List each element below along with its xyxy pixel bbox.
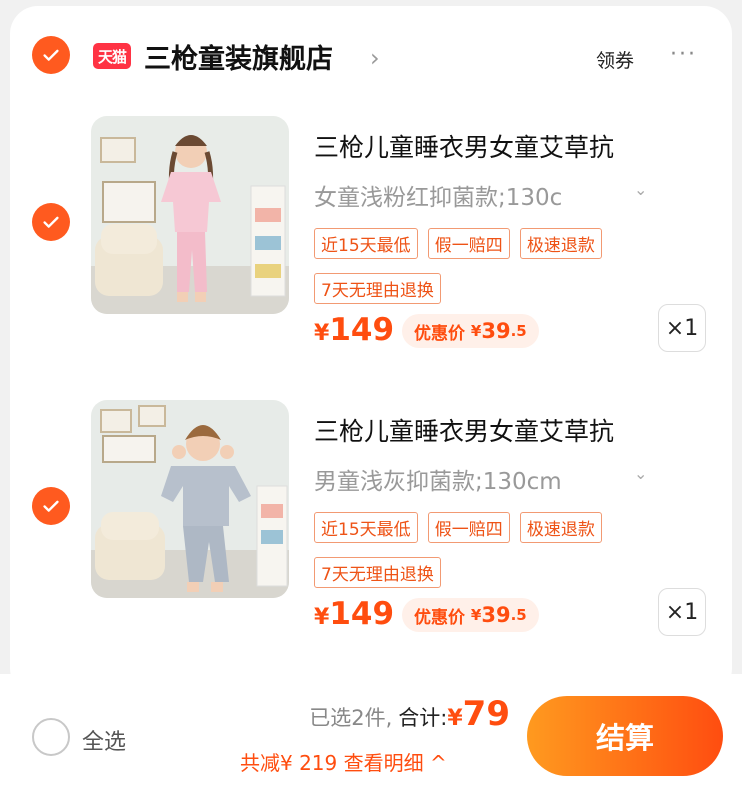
service-tags: 近15天最低 假一赔四 极速退款 7天无理由退换 xyxy=(314,512,654,602)
checkmark-icon xyxy=(43,500,59,512)
select-all-checkbox[interactable] xyxy=(32,718,70,756)
discount-details-link[interactable]: 共减¥ 219 查看明细 ^ xyxy=(240,747,447,776)
tag-lowest-price: 近15天最低 xyxy=(314,512,418,543)
total-summary: 已选2件, 合计:¥79 xyxy=(309,694,510,734)
tag-lowest-price: 近15天最低 xyxy=(314,228,418,259)
promo-price-badge: 优惠价 ¥39.5 xyxy=(402,314,539,348)
chevron-right-icon[interactable]: › xyxy=(370,44,392,72)
product-image[interactable] xyxy=(91,116,289,314)
tmall-logo-icon: 天猫 xyxy=(93,43,131,69)
cart-item: 三枪儿童睡衣男女童艾草抗 男童浅灰抑菌款;130cm ⌄ 近15天最低 假一赔四… xyxy=(10,398,732,648)
item-price: ¥149 xyxy=(314,312,395,348)
service-tags: 近15天最低 假一赔四 极速退款 7天无理由退换 xyxy=(314,228,654,318)
promo-price-badge: 优惠价 ¥39.5 xyxy=(402,598,539,632)
product-image[interactable] xyxy=(91,400,289,598)
store-checkbox[interactable] xyxy=(32,36,70,74)
sku-selector[interactable]: 女童浅粉红抑菌款;130c xyxy=(314,178,644,212)
quantity-stepper[interactable]: ×1 xyxy=(658,588,706,636)
total-value: ¥79 xyxy=(447,694,510,734)
checkmark-icon xyxy=(43,49,59,61)
item-checkbox[interactable] xyxy=(32,203,70,241)
item-price: ¥149 xyxy=(314,596,395,632)
coupon-button[interactable]: 领券 xyxy=(596,46,634,73)
tag-genuine-guarantee: 假一赔四 xyxy=(427,512,510,543)
more-icon[interactable]: ··· xyxy=(670,42,697,67)
tag-fast-refund: 极速退款 xyxy=(519,228,602,259)
checkout-bar: 全选 已选2件, 合计:¥79 共减¥ 219 查看明细 ^ 结算 xyxy=(0,674,742,800)
chevron-down-icon[interactable]: ⌄ xyxy=(634,180,647,199)
select-all-label[interactable]: 全选 xyxy=(82,724,126,756)
tag-7-day-return: 7天无理由退换 xyxy=(314,557,441,588)
product-photo-icon xyxy=(91,116,289,314)
tag-genuine-guarantee: 假一赔四 xyxy=(427,228,510,259)
selected-count: 已选2件, xyxy=(309,706,393,730)
sku-selector[interactable]: 男童浅灰抑菌款;130cm xyxy=(314,462,644,496)
product-title[interactable]: 三枪儿童睡衣男女童艾草抗 xyxy=(314,412,664,448)
tag-fast-refund: 极速退款 xyxy=(519,512,602,543)
store-card: 天猫 三枪童装旗舰店 › 领券 ··· 三枪儿童睡衣男女童艾草抗 女童浅粉红抑菌… xyxy=(10,6,732,696)
cart-item: 三枪儿童睡衣男女童艾草抗 女童浅粉红抑菌款;130c ⌄ 近15天最低 假一赔四… xyxy=(10,114,732,364)
chevron-down-icon[interactable]: ⌄ xyxy=(634,464,647,483)
store-name[interactable]: 三枪童装旗舰店 xyxy=(144,37,333,76)
product-photo-icon xyxy=(91,400,289,598)
quantity-stepper[interactable]: ×1 xyxy=(658,304,706,352)
item-checkbox[interactable] xyxy=(32,487,70,525)
product-title[interactable]: 三枪儿童睡衣男女童艾草抗 xyxy=(314,128,664,164)
total-label: 合计: xyxy=(398,706,448,730)
checkout-button[interactable]: 结算 xyxy=(527,696,723,776)
checkmark-icon xyxy=(43,216,59,228)
tag-7-day-return: 7天无理由退换 xyxy=(314,273,441,304)
